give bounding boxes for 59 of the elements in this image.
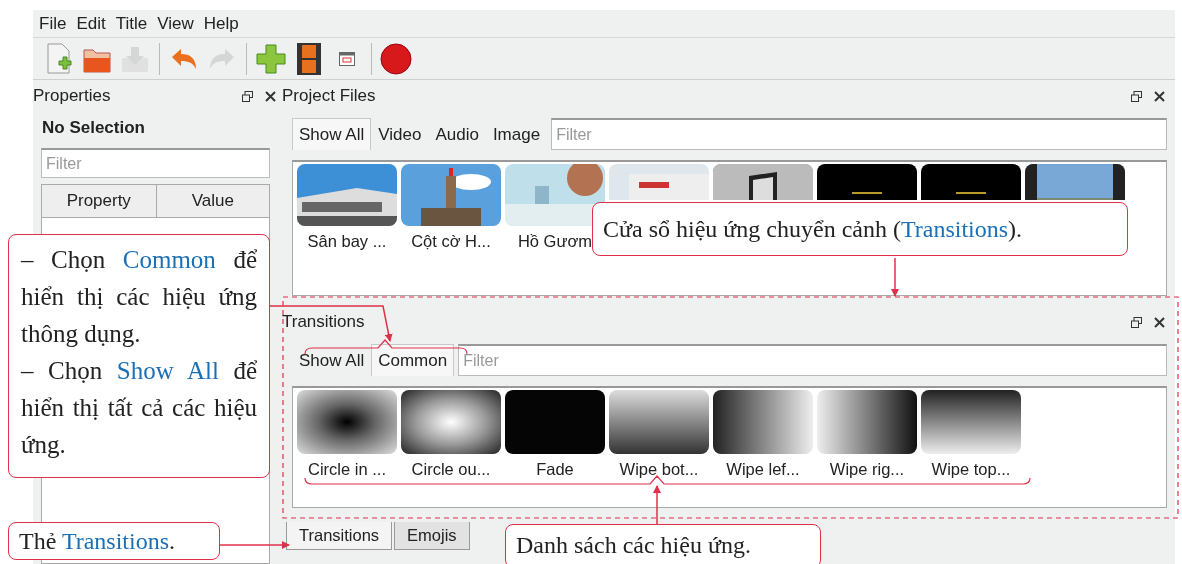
panel-tab[interactable]: Transitions [286,522,393,550]
filter-field[interactable]: Filter [551,118,1167,150]
filter-field[interactable]: Filter [41,148,270,178]
transition-thumbnail[interactable] [921,390,1021,454]
filter-tab[interactable]: Show All [292,118,372,150]
film-icon [297,42,321,75]
transition-name: Wipe top... [931,460,1011,479]
panel-tab[interactable]: Emojis [394,522,470,550]
menu-item[interactable]: Title [115,13,148,34]
record-icon [380,42,412,75]
leader-line [891,257,899,297]
column-header[interactable]: Property [42,185,156,217]
close-icon[interactable] [1154,316,1165,328]
float-icon[interactable] [242,90,253,102]
filter-tab[interactable]: Show All [292,344,372,376]
transition-name: Wipe bot... [619,460,699,479]
transition-thumbnail[interactable] [401,390,501,454]
plus-icon [256,43,286,74]
filter-tab[interactable]: Audio [428,118,486,150]
file-name: Hồ Gươm [517,232,593,251]
menu-item[interactable]: File [39,13,67,34]
toolbar-button[interactable] [380,41,412,76]
panel-title: Project Files [282,86,376,106]
callout-text: – Chọn Show All để hiển thị tất cả các hiệu ứng. [21,356,257,460]
menu-item[interactable]: Edit [76,13,106,34]
new-file-icon [45,42,73,75]
close-icon[interactable] [265,90,276,102]
transition-thumbnail[interactable] [297,390,397,454]
float-icon[interactable] [1131,316,1142,328]
undo-icon [170,46,198,71]
menu-item[interactable]: View [157,13,194,34]
callout-text: Cửa sổ hiệu ứng chuyển cảnh (Transitions). [603,215,1024,244]
float-icon[interactable] [1131,90,1142,102]
callout-text: Thẻ Transitions. [19,527,177,555]
column-header[interactable]: Value [155,185,269,217]
file-name: Cột cờ H... [411,232,491,251]
panel-title: Properties [33,86,111,106]
transition-name: Wipe rig... [829,460,905,479]
panel-title: Transitions [282,312,365,332]
selection-label: No Selection [42,118,146,138]
transition-name: Circle ou... [411,460,491,479]
transition-thumbnail[interactable] [609,390,709,454]
filter-tab[interactable]: Common [371,344,455,376]
filter-field[interactable]: Filter [458,344,1167,376]
transition-thumbnail[interactable] [505,390,605,454]
transition-thumbnail[interactable] [817,390,917,454]
transition-name: Circle in ... [308,460,386,479]
filter-tab[interactable]: Image [485,118,548,150]
callout-text: – Chọn Common để hiển thị các hiệu ứng thông dụng. [21,245,257,349]
menu-item[interactable]: Help [203,13,239,34]
transition-name: Wipe lef... [726,460,800,479]
transition-name: Fade [536,460,574,479]
close-icon[interactable] [1154,90,1165,102]
transition-thumbnail[interactable] [713,390,813,454]
window-icon [339,51,355,66]
callout-text: Danh sách các hiệu ứng. [516,531,752,559]
file-name: Sân bay ... [307,232,387,251]
filter-tab[interactable]: Video [371,118,429,150]
redo-icon [208,46,236,71]
